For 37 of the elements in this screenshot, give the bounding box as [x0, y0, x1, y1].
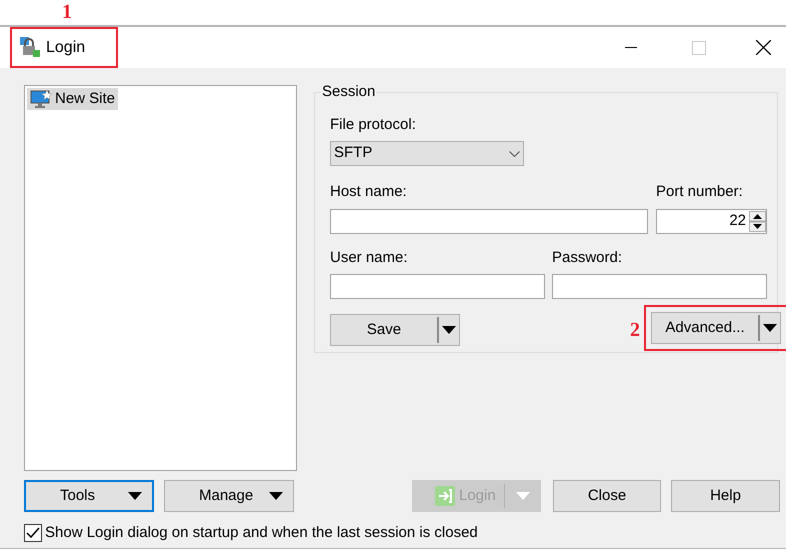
lock-icon [20, 36, 42, 58]
annotation-number: 1 [62, 2, 72, 22]
field-label: User name: [330, 248, 408, 268]
dialog-button[interactable]: Help [671, 480, 780, 512]
window-title: Login [46, 38, 86, 58]
password-input[interactable] [552, 274, 767, 299]
close-icon [756, 40, 770, 55]
menu-button[interactable]: Manage [164, 480, 294, 512]
enter-icon [435, 486, 455, 506]
field-label: Host name: [330, 182, 407, 202]
advanced-button[interactable]: Advanced... [651, 312, 781, 344]
spinner-icon [749, 210, 766, 232]
site-item[interactable]: New Site [27, 88, 118, 110]
checkbox-label: Show Login dialog on startup and when the last session is closed [45, 523, 478, 543]
user-input[interactable] [330, 274, 545, 299]
host-input[interactable] [330, 208, 648, 234]
annotation-number: 2 [630, 318, 640, 343]
caret-icon [763, 324, 777, 332]
field-label: File protocol: [330, 114, 416, 134]
caret-icon [442, 326, 456, 334]
field-label: Password: [552, 248, 622, 268]
check-icon [26, 527, 40, 540]
port-field[interactable]: 22 [656, 208, 767, 234]
save-button[interactable]: Save [330, 314, 460, 346]
checkbox[interactable] [24, 524, 42, 542]
protocol-dropdown[interactable]: SFTP [330, 141, 524, 166]
field-label: Port number: [656, 182, 743, 202]
caret-icon [516, 492, 530, 500]
caret-icon [269, 492, 283, 500]
minimize-icon [625, 46, 637, 48]
monitor-icon [30, 90, 52, 108]
group-title: Session [322, 83, 376, 100]
dialog-button[interactable]: Close [553, 480, 661, 512]
caret-icon [128, 492, 142, 500]
chevron-down-icon [509, 150, 520, 156]
maximize-icon [692, 40, 706, 54]
menu-button[interactable]: Tools [24, 480, 154, 512]
